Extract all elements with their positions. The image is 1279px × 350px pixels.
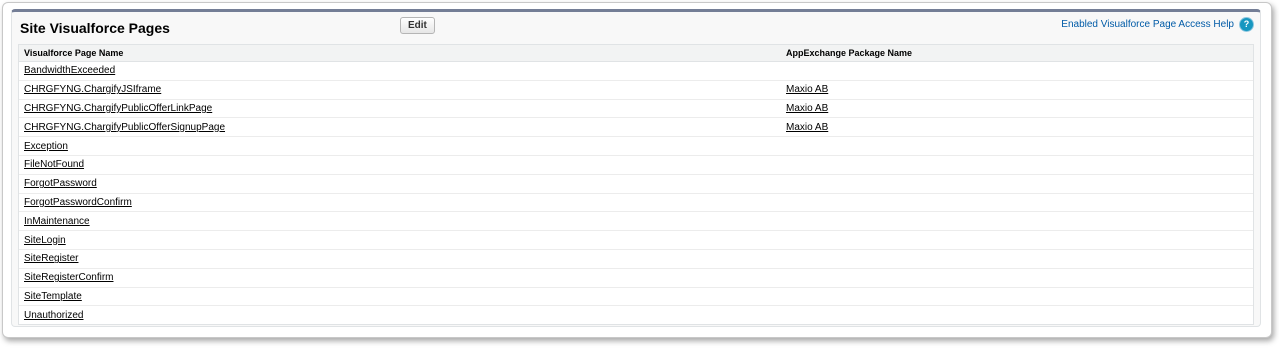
page-name-link[interactable]: BandwidthExceeded <box>24 65 115 76</box>
package-name-cell <box>781 211 1253 232</box>
package-name-link[interactable]: Maxio AB <box>786 103 828 114</box>
table-row: CHRGFYNG.ChargifyPublicOfferSignupPage Ma… <box>19 117 1253 138</box>
table-row: CHRGFYNG.ChargifyPublicOfferLinkPage Maxi… <box>19 99 1253 119</box>
package-name-cell: Maxio AB <box>781 80 1253 100</box>
page-name-cell: ForgotPassword <box>19 174 781 194</box>
section-title: Site Visualforce Pages <box>20 20 170 36</box>
page-name-link[interactable]: FileNotFound <box>24 159 84 170</box>
edit-button[interactable]: Edit <box>400 17 435 34</box>
page-name-cell: SiteRegister <box>19 249 781 269</box>
access-help-link[interactable]: Enabled Visualforce Page Access Help <box>1061 19 1234 30</box>
pages-table: Visualforce Page Name AppExchange Packag… <box>18 44 1254 326</box>
page-name-link[interactable]: SiteRegisterConfirm <box>24 272 113 283</box>
package-name-cell <box>781 268 1253 288</box>
page-name-cell: FileNotFound <box>19 155 781 175</box>
package-name-cell <box>781 136 1253 156</box>
table-row: InMaintenance <box>19 211 1253 232</box>
section-header: Site Visualforce Pages Edit Enabled Visu… <box>12 12 1260 42</box>
package-name-cell <box>781 174 1253 194</box>
package-name-cell: Maxio AB <box>781 117 1253 138</box>
page-name-link[interactable]: SiteLogin <box>24 235 66 246</box>
package-name-cell <box>781 61 1253 81</box>
page-name-cell: CHRGFYNG.ChargifyPublicOfferLinkPage <box>19 99 781 119</box>
table-row: Exception <box>19 136 1253 156</box>
page-name-link[interactable]: ForgotPassword <box>24 178 97 189</box>
table-row: ForgotPasswordConfirm <box>19 193 1253 213</box>
page-name-cell: CHRGFYNG.ChargifyPublicOfferSignupPage <box>19 117 781 138</box>
window-frame: Site Visualforce Pages Edit Enabled Visu… <box>2 2 1272 338</box>
table-row: SiteTemplate <box>19 287 1253 307</box>
page-name-cell: SiteRegisterConfirm <box>19 268 781 288</box>
page-name-cell: Exception <box>19 136 781 156</box>
table-row: SiteLogin <box>19 230 1253 250</box>
page-name-link[interactable]: Exception <box>24 141 68 152</box>
page-name-link[interactable]: CHRGFYNG.ChargifyJSIframe <box>24 84 161 95</box>
page-name-link[interactable]: CHRGFYNG.ChargifyPublicOfferSignupPage <box>24 122 225 133</box>
page-name-cell: BandwidthExceeded <box>19 61 781 81</box>
site-visualforce-pages-section: Site Visualforce Pages Edit Enabled Visu… <box>11 9 1261 327</box>
page-name-cell: SiteLogin <box>19 230 781 250</box>
package-name-link[interactable]: Maxio AB <box>786 122 828 133</box>
help-area: Enabled Visualforce Page Access Help ? <box>1061 17 1254 32</box>
table-row: BandwidthExceeded <box>19 61 1253 81</box>
column-header-package-name: AppExchange Package Name <box>781 45 1253 62</box>
package-name-cell: Maxio AB <box>781 99 1253 119</box>
column-header-page-name: Visualforce Page Name <box>19 45 781 62</box>
page-name-link[interactable]: SiteTemplate <box>24 291 82 302</box>
table-header-row: Visualforce Page Name AppExchange Packag… <box>19 45 1253 62</box>
help-icon[interactable]: ? <box>1239 17 1254 32</box>
package-name-link[interactable]: Maxio AB <box>786 84 828 95</box>
package-name-cell <box>781 287 1253 307</box>
page-name-cell: SiteTemplate <box>19 287 781 307</box>
page-name-cell: InMaintenance <box>19 211 781 232</box>
page-name-link[interactable]: ForgotPasswordConfirm <box>24 197 132 208</box>
page-name-cell: CHRGFYNG.ChargifyJSIframe <box>19 80 781 100</box>
page-name-link[interactable]: Unauthorized <box>24 310 83 321</box>
table-row: FileNotFound <box>19 155 1253 175</box>
table-row: SiteRegister <box>19 249 1253 269</box>
package-name-cell <box>781 193 1253 213</box>
table-row: ForgotPassword <box>19 174 1253 194</box>
page-name-link[interactable]: SiteRegister <box>24 253 78 264</box>
package-name-cell <box>781 306 1253 324</box>
table-row: SiteRegisterConfirm <box>19 268 1253 288</box>
page-name-cell: Unauthorized <box>19 306 781 324</box>
table-row: CHRGFYNG.ChargifyJSIframe Maxio AB <box>19 80 1253 100</box>
table-row: Unauthorized <box>19 306 1253 324</box>
page-name-cell: ForgotPasswordConfirm <box>19 193 781 213</box>
page-name-link[interactable]: InMaintenance <box>24 216 90 227</box>
page-name-link[interactable]: CHRGFYNG.ChargifyPublicOfferLinkPage <box>24 103 212 114</box>
package-name-cell <box>781 155 1253 175</box>
package-name-cell <box>781 249 1253 269</box>
package-name-cell <box>781 230 1253 250</box>
